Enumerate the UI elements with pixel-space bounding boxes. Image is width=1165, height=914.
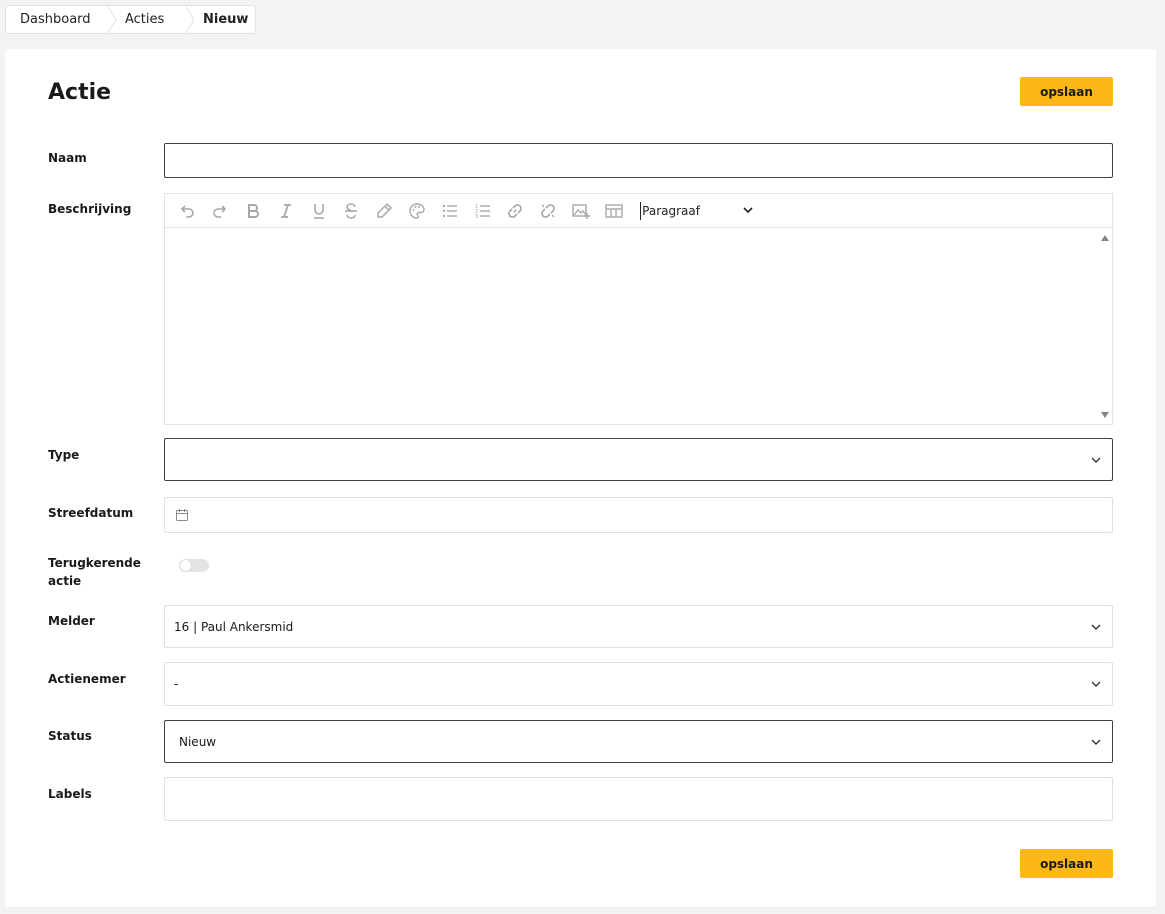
actienemer-value: - xyxy=(174,677,179,691)
paragraph-format-value: Paragraaf xyxy=(642,203,700,218)
form-card: Actie opslaan Naam Beschrijving 1 2 3 Pa… xyxy=(5,49,1156,907)
type-select[interactable] xyxy=(164,438,1113,481)
table-icon[interactable] xyxy=(597,194,630,228)
description-editor: 123 Paragraaf xyxy=(164,193,1113,425)
actienemer-select[interactable]: - xyxy=(164,662,1113,706)
beschrijving-label: Beschrijving xyxy=(48,202,132,216)
editor-toolbar: 123 Paragraaf xyxy=(165,194,1112,228)
naam-label: Naam xyxy=(48,151,87,165)
save-button-bottom[interactable]: opslaan xyxy=(1020,849,1113,878)
svg-text:3: 3 xyxy=(475,214,478,220)
melder-select[interactable]: 16 | Paul Ankersmid xyxy=(164,605,1113,648)
breadcrumb-nieuw-label: Nieuw xyxy=(203,12,249,27)
save-button-top[interactable]: opslaan xyxy=(1020,77,1113,106)
bullet-list-icon[interactable] xyxy=(433,194,466,228)
streefdatum-label: Streefdatum xyxy=(48,506,134,520)
status-select[interactable]: Nieuw xyxy=(164,720,1113,763)
type-label: Type xyxy=(48,448,80,462)
labels-label: Labels xyxy=(48,787,92,801)
editor-content-area[interactable] xyxy=(165,229,1112,424)
link-icon[interactable] xyxy=(499,194,532,228)
underline-icon[interactable] xyxy=(302,194,335,228)
chevron-down-icon xyxy=(1091,457,1101,463)
streefdatum-datepicker[interactable] xyxy=(164,497,1113,533)
actienemer-label: Actienemer xyxy=(48,672,126,686)
editor-scrollbar[interactable] xyxy=(1097,229,1112,424)
status-label: Status xyxy=(48,729,92,743)
melder-label: Melder xyxy=(48,614,95,628)
chevron-down-icon xyxy=(1091,624,1101,630)
melder-value: 16 | Paul Ankersmid xyxy=(174,619,294,634)
naam-input[interactable] xyxy=(164,143,1113,178)
chevron-down-icon xyxy=(743,206,753,213)
breadcrumb-acties-label: Acties xyxy=(125,12,165,27)
text-cursor xyxy=(640,201,642,220)
terugkerende-label: Terugkerende actie xyxy=(48,554,148,590)
calendar-icon xyxy=(176,509,188,521)
bold-icon[interactable] xyxy=(237,194,270,228)
strikethrough-icon[interactable] xyxy=(335,194,368,228)
chevron-down-icon xyxy=(1091,681,1101,687)
chevron-down-icon xyxy=(1091,739,1101,745)
insert-image-icon[interactable] xyxy=(565,194,598,228)
toggle-knob xyxy=(180,560,191,571)
breadcrumb-dashboard[interactable]: Dashboard xyxy=(6,6,117,33)
scroll-down-icon[interactable] xyxy=(1101,412,1109,418)
redo-icon[interactable] xyxy=(204,194,237,228)
breadcrumb: Dashboard Acties Nieuw xyxy=(5,5,256,34)
terugkerende-label-line2: actie xyxy=(48,574,82,588)
highlight-icon[interactable] xyxy=(368,194,401,228)
terugkerende-label-line1: Terugkerende xyxy=(48,556,141,570)
status-value: Nieuw xyxy=(179,734,217,749)
scroll-up-icon[interactable] xyxy=(1101,235,1109,241)
labels-input[interactable] xyxy=(164,777,1113,821)
breadcrumb-dashboard-label: Dashboard xyxy=(20,12,91,27)
numbered-list-icon[interactable]: 123 xyxy=(466,194,499,228)
undo-icon[interactable] xyxy=(171,194,204,228)
italic-icon[interactable] xyxy=(269,194,302,228)
palette-icon[interactable] xyxy=(401,194,434,228)
page-title: Actie xyxy=(48,80,112,105)
paragraph-format-select[interactable]: Paragraaf xyxy=(640,200,760,222)
terugkerende-toggle[interactable] xyxy=(179,559,209,572)
unlink-icon[interactable] xyxy=(532,194,565,228)
